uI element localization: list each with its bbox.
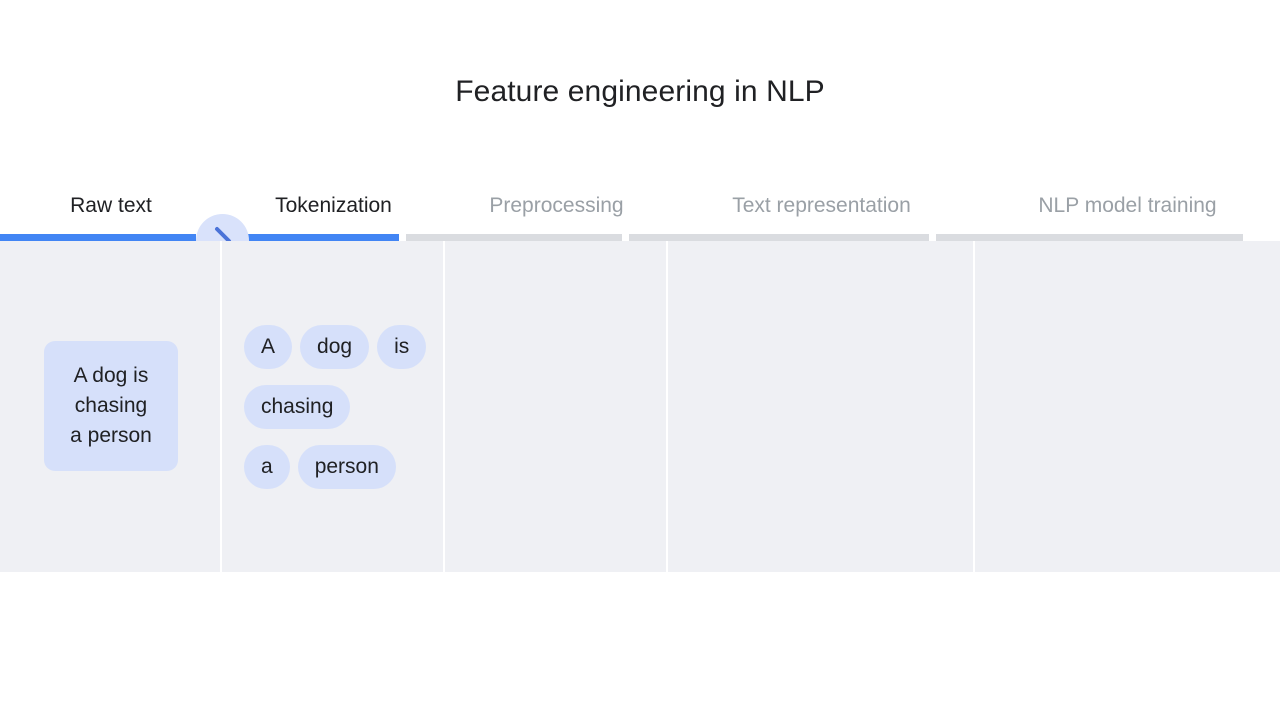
token-chip: A [244,325,293,369]
progress-segment-raw-text [0,234,196,241]
raw-text-line: A dog is [73,364,149,387]
stepper-labels: Raw text Tokenization Preprocessing Text… [0,190,1280,228]
progress-gap [622,234,629,241]
token-row: chasing [244,385,444,429]
raw-text-line: a person [70,424,152,447]
progress-segment-preprocessing [406,234,622,241]
step-label-tokenization[interactable]: Tokenization [222,190,445,228]
page-title: Feature engineering in NLP [455,75,825,108]
step-label-text-representation[interactable]: Text representation [668,190,975,228]
step-label-preprocessing[interactable]: Preprocessing [445,190,668,228]
token-row: a person [244,445,444,489]
progress-gap [399,234,406,241]
step-label-nlp-model-training[interactable]: NLP model training [975,190,1280,228]
stepper: Raw text Tokenization Preprocessing Text… [0,190,1280,241]
token-chip: dog [300,325,370,369]
token-chip: is [377,325,427,369]
token-list: A dog is chasing a person [244,325,444,505]
progress-track [0,234,1280,241]
token-row: A dog is [244,325,444,369]
column-text-representation [668,241,975,572]
step-label-raw-text[interactable]: Raw text [0,190,222,228]
column-raw-text: A dog is chasing a person [0,241,222,572]
progress-gap [929,234,936,241]
content-panel: A dog is chasing a person A dog is chasi… [0,241,1280,572]
column-preprocessing [445,241,668,572]
column-tokenization: A dog is chasing a person [222,241,445,572]
progress-segment-nlp-model-training [936,234,1243,241]
raw-text-card: A dog is chasing a person [44,341,178,471]
raw-text-line: chasing [74,394,148,417]
token-chip: a [244,445,290,489]
token-chip: person [297,445,396,489]
progress-segment-text-representation [629,234,929,241]
token-chip: chasing [244,385,351,429]
column-nlp-model-training [975,241,1280,572]
